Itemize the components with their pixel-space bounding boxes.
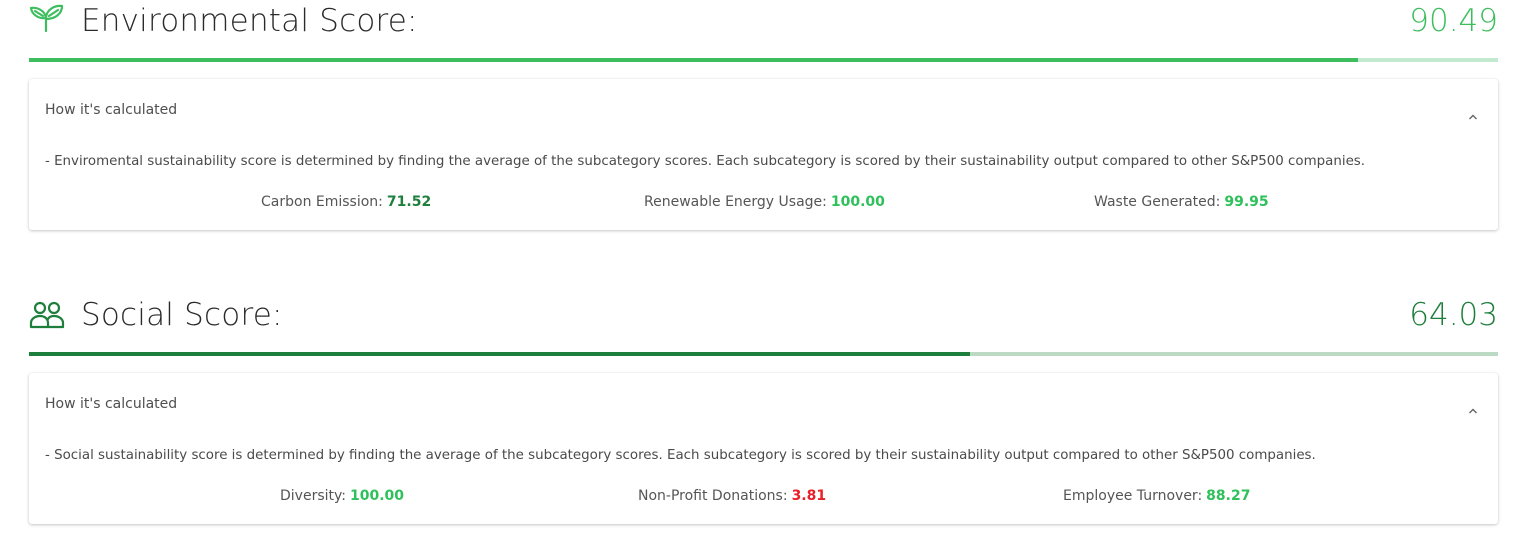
environmental-score-title: Environmental Score:: [81, 3, 418, 39]
social-metric-employee-turnover: Employee Turnover: 88.27: [1063, 488, 1250, 504]
metric-value: 88.27: [1206, 488, 1251, 504]
metric-label: Renewable Energy Usage:: [644, 194, 827, 210]
social-score-header: Social Score: 64.03: [29, 294, 1498, 342]
people-icon: [29, 300, 65, 336]
environmental-progress-fill: [29, 58, 1359, 62]
environmental-calculation-panel: How it's calculated - Enviromental susta…: [29, 79, 1498, 230]
environmental-metric-renewable-energy: Renewable Energy Usage: 100.00: [644, 194, 885, 210]
environmental-section: Environmental Score: 90.49 How it's calc…: [29, 0, 1498, 230]
metric-value: 71.52: [386, 194, 432, 210]
social-how-calculated-toggle[interactable]: How it's calculated: [45, 396, 177, 412]
metric-value: 100.00: [349, 488, 405, 504]
chevron-up-icon[interactable]: [1468, 106, 1478, 120]
social-score-value: 64.03: [1409, 297, 1498, 333]
metric-label: Employee Turnover:: [1063, 488, 1203, 504]
social-calculation-panel: How it's calculated - Social sustainabil…: [29, 373, 1498, 524]
environmental-how-calculated-toggle[interactable]: How it's calculated: [45, 102, 177, 118]
social-progress-bar: [29, 352, 1498, 356]
environmental-metric-waste-generated: Waste Generated: 99.95: [1094, 194, 1269, 210]
chevron-up-icon[interactable]: [1468, 400, 1478, 414]
sprout-icon: [29, 4, 65, 40]
environmental-description: - Enviromental sustainability score is d…: [45, 154, 1366, 169]
metric-value: 100.00: [830, 194, 885, 210]
social-section: Social Score: 64.03 How it's calculated …: [29, 294, 1498, 524]
metric-label: Non-Profit Donations:: [638, 488, 788, 504]
social-metric-non-profit-donations: Non-Profit Donations: 3.81: [638, 488, 826, 504]
environmental-progress-bar: [29, 58, 1498, 62]
environmental-score-header: Environmental Score: 90.49: [29, 0, 1498, 48]
social-progress-fill: [29, 352, 970, 356]
social-metric-diversity: Diversity: 100.00: [280, 488, 404, 504]
social-description: - Social sustainability score is determi…: [45, 448, 1316, 463]
environmental-metric-carbon-emission: Carbon Emission: 71.52: [261, 194, 431, 210]
social-score-title: Social Score:: [81, 297, 283, 333]
metric-label: Waste Generated:: [1094, 194, 1221, 210]
metric-label: Carbon Emission:: [261, 194, 383, 210]
environmental-score-value: 90.49: [1409, 3, 1498, 39]
metric-value: 99.95: [1224, 194, 1269, 210]
metric-label: Diversity:: [280, 488, 346, 504]
metric-value: 3.81: [791, 488, 827, 504]
